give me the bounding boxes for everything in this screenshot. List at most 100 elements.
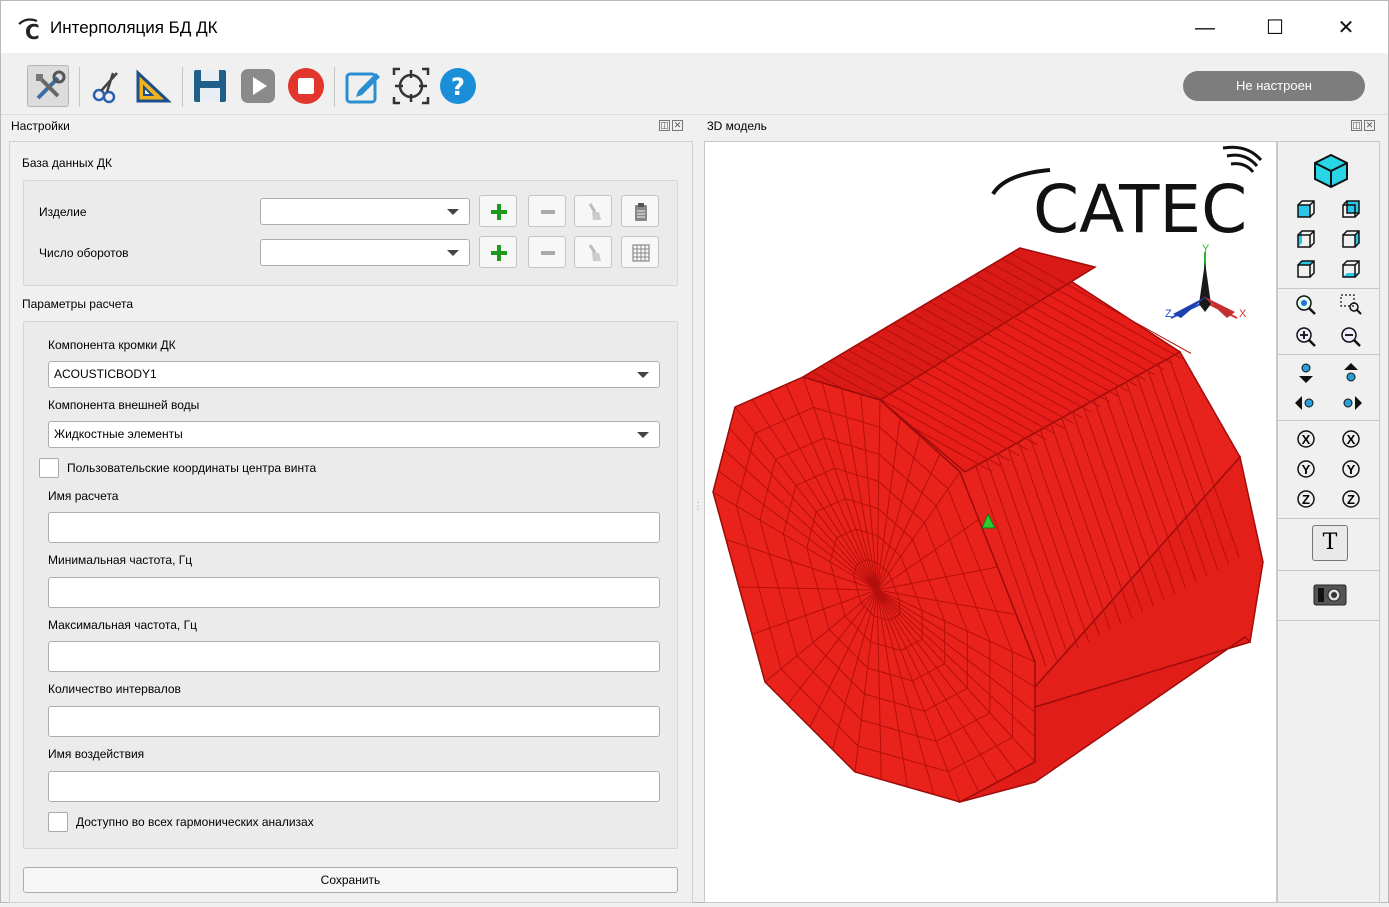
- rotate-y-pos-button[interactable]: Y: [1338, 456, 1364, 482]
- save-file-button[interactable]: [189, 65, 231, 107]
- app-logo-icon: C: [18, 18, 40, 41]
- rotate-x-icon: X: [1342, 430, 1360, 448]
- rotate-z-pos-button[interactable]: Z: [1338, 486, 1364, 512]
- load-name-input[interactable]: [48, 771, 660, 802]
- edge-component-value: ACOUSTICBODY1: [54, 367, 157, 381]
- panel-separator: [1278, 354, 1379, 355]
- zoom-in-button[interactable]: [1293, 324, 1319, 350]
- tools-icon: [36, 70, 66, 100]
- right-view-button[interactable]: [1338, 226, 1364, 252]
- dock-splitter[interactable]: ⋮: [693, 501, 703, 525]
- front-view-button[interactable]: [1293, 196, 1319, 222]
- stop-button[interactable]: [285, 65, 327, 107]
- pan-down-icon: [1299, 363, 1313, 383]
- float-dock-icon[interactable]: ◫: [659, 120, 670, 131]
- clear-product-button[interactable]: [574, 195, 612, 227]
- custom-coords-checkbox[interactable]: [39, 458, 59, 478]
- float-dock-icon[interactable]: ◫: [1351, 120, 1362, 131]
- rotate-z-neg-button[interactable]: Z: [1293, 486, 1319, 512]
- max-freq-input[interactable]: [48, 641, 660, 672]
- camera-icon: [1313, 584, 1347, 606]
- plus-icon: [491, 204, 507, 220]
- add-rpm-button[interactable]: [479, 236, 517, 268]
- rpm-combo[interactable]: [260, 239, 470, 266]
- close-dock-icon[interactable]: ✕: [1364, 120, 1375, 131]
- pan-left-button[interactable]: [1293, 390, 1319, 416]
- pan-left-icon: [1295, 396, 1314, 410]
- add-product-button[interactable]: [479, 195, 517, 227]
- save-button[interactable]: Сохранить: [23, 867, 678, 893]
- minimize-button[interactable]: —: [1182, 11, 1228, 45]
- maximize-button[interactable]: ☐: [1252, 11, 1298, 45]
- water-component-combo[interactable]: Жидкостные элементы: [48, 421, 660, 448]
- rotate-x-neg-button[interactable]: X: [1293, 426, 1319, 452]
- iso-view-button[interactable]: [1312, 152, 1350, 190]
- intervals-input[interactable]: [48, 706, 660, 737]
- bottom-view-button[interactable]: [1338, 256, 1364, 282]
- pan-up-icon: [1344, 363, 1358, 382]
- fit-view-button[interactable]: [390, 65, 432, 107]
- pan-right-button[interactable]: [1338, 390, 1364, 416]
- save-icon: [194, 70, 226, 102]
- chevron-down-icon: [637, 372, 649, 378]
- remove-product-button[interactable]: [528, 195, 566, 227]
- rpm-table-button[interactable]: [621, 236, 659, 268]
- panel-separator: [1278, 420, 1379, 421]
- zoom-fit-icon: [1296, 295, 1316, 315]
- edit-icon: [345, 72, 380, 104]
- rotate-z-icon: Z: [1342, 490, 1360, 508]
- help-icon: ?: [440, 68, 476, 104]
- pan-up-button[interactable]: [1338, 360, 1364, 386]
- load-name-label: Имя воздействия: [48, 747, 145, 761]
- model-dock-title: 3D модель: [707, 119, 767, 133]
- product-info-button[interactable]: [621, 195, 659, 227]
- db-group-title: База данных ДК: [22, 156, 112, 170]
- pan-down-button[interactable]: [1293, 360, 1319, 386]
- logo-text: CATEC: [1033, 171, 1247, 248]
- run-button[interactable]: [237, 65, 279, 107]
- min-freq-input[interactable]: [48, 577, 660, 608]
- svg-text:Z: Z: [1302, 492, 1310, 507]
- back-view-button[interactable]: [1338, 196, 1364, 222]
- left-view-button[interactable]: [1293, 226, 1319, 252]
- rotate-y-neg-button[interactable]: Y: [1293, 456, 1319, 482]
- tools-button[interactable]: [27, 65, 69, 107]
- calc-name-input[interactable]: [48, 512, 660, 543]
- screenshot-button[interactable]: [1312, 580, 1348, 608]
- all-harmonic-checkbox[interactable]: [48, 812, 68, 832]
- edit-button[interactable]: [342, 65, 384, 107]
- cube-left-icon: [1297, 230, 1315, 248]
- model-dock-buttons: ◫ ✕: [1349, 120, 1375, 131]
- zoom-out-icon: [1341, 327, 1361, 347]
- product-combo[interactable]: [260, 198, 470, 225]
- measure-button[interactable]: [132, 65, 174, 107]
- clipboard-icon: [635, 203, 647, 221]
- rotate-z-icon: Z: [1297, 490, 1315, 508]
- scissors-icon: [92, 72, 118, 104]
- z-axis-label: Z: [1165, 308, 1172, 320]
- panel-separator: [1278, 570, 1379, 571]
- chevron-down-icon: [447, 250, 459, 256]
- close-button[interactable]: ✕: [1323, 11, 1369, 45]
- top-view-button[interactable]: [1293, 256, 1319, 282]
- close-dock-icon[interactable]: ✕: [672, 120, 683, 131]
- svg-text:Y: Y: [1347, 462, 1356, 477]
- cut-button[interactable]: [87, 65, 129, 107]
- cube-right-icon: [1342, 230, 1360, 248]
- zoom-window-button[interactable]: [1338, 292, 1364, 318]
- clear-rpm-button[interactable]: [574, 236, 612, 268]
- zoom-out-button[interactable]: [1338, 324, 1364, 350]
- help-button[interactable]: ?: [437, 65, 479, 107]
- edge-component-combo[interactable]: ACOUSTICBODY1: [48, 361, 660, 388]
- model-viewport[interactable]: CATEC Y X Z: [704, 141, 1277, 903]
- rotate-x-pos-button[interactable]: X: [1338, 426, 1364, 452]
- brush-icon: [588, 244, 601, 261]
- svg-text:X: X: [1302, 432, 1311, 447]
- remove-rpm-button[interactable]: [528, 236, 566, 268]
- water-component-label: Компонента внешней воды: [48, 398, 200, 412]
- brush-icon: [588, 203, 601, 220]
- zoom-fit-button[interactable]: [1293, 292, 1319, 318]
- settings-dock-buttons: ◫ ✕: [657, 120, 683, 131]
- text-toggle-button[interactable]: T: [1312, 525, 1348, 561]
- mesh-model[interactable]: CATEC Y X Z: [705, 142, 1278, 904]
